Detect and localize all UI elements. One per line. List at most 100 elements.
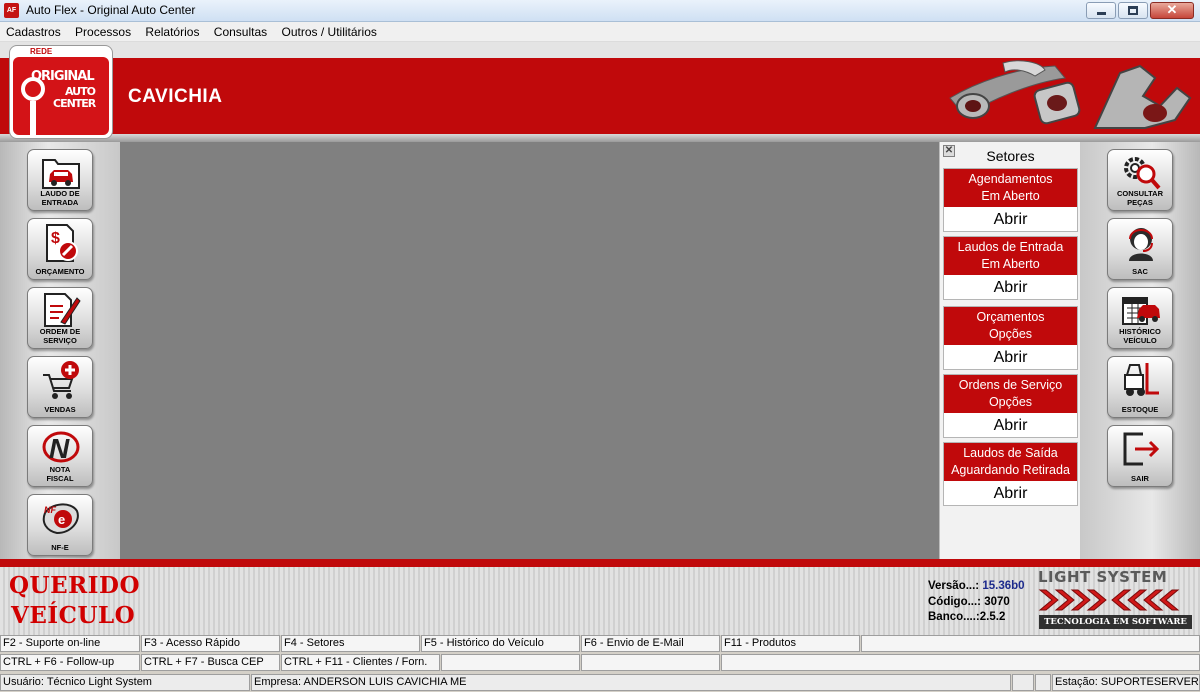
restore-button[interactable] [1118,2,1148,19]
setores-panel: ✕ Setores Agendamentos Em Aberto Abrir L… [939,142,1080,559]
abrir-orcamentos-button[interactable]: Abrir [944,345,1077,370]
banco-label: Banco....: [928,611,980,623]
sair-button[interactable]: SAIR [1107,425,1173,487]
vendas-label: VENDAS [44,405,76,414]
forklift-icon [1124,363,1159,396]
nfe-icon: e NF [42,503,79,535]
historico-veiculo-label: HISTÓRICO VEÍCULO [1119,327,1161,345]
shortcut-f6[interactable]: F6 - Envio de E-Mail [581,635,720,652]
versao-row: Versão...: 15.36b0 [928,579,1025,595]
light-system-tagline: TECNOLOGIA EM SOFTWARE [1039,615,1192,629]
setor-card-header: Laudos de Entrada Em Aberto [944,237,1077,275]
svg-text:e: e [58,512,65,527]
nota-fiscal-label: NOTA FISCAL [46,465,74,483]
shopping-cart-icon [43,361,79,399]
status-usuario: Usuário: Técnico Light System [0,674,250,691]
setor-card-header: Orçamentos Opções [944,307,1077,345]
abrir-laudos-entrada-button[interactable]: Abrir [944,275,1077,300]
nf-e-button[interactable]: e NF NF-E [27,494,93,556]
codigo-value: 3070 [984,595,1010,608]
setor-card-subtitle: Opções [988,327,1033,341]
logo-rede-text: REDE [30,47,53,56]
status-estacao: Estação: SUPORTESERVER01 [1052,674,1200,691]
menu-bar: Cadastros Processos Relatórios Consultas… [0,22,1200,42]
shortcut-f11[interactable]: F11 - Produtos [721,635,860,652]
setor-card-agendamentos: Agendamentos Em Aberto Abrir [943,168,1078,232]
nf-e-label: NF-E [51,543,69,552]
setor-card-laudos-entrada: Laudos de Entrada Em Aberto Abrir [943,236,1078,300]
menu-outros-utilitarios[interactable]: Outros / Utilitários [276,22,382,39]
shortcut-ctrl-f7[interactable]: CTRL + F7 - Busca CEP [141,654,280,671]
sac-button[interactable]: SAC [1107,218,1173,280]
sair-label: SAIR [1131,474,1149,483]
abrir-laudos-saida-button[interactable]: Abrir [944,481,1077,506]
historico-veiculo-button[interactable]: HISTÓRICO VEÍCULO [1107,287,1173,349]
setor-card-header: Agendamentos Em Aberto [944,169,1077,207]
version-info: Versão...: 15.36b0 Código...: 3070 Banco… [928,579,1025,626]
setor-card-header: Laudos de Saída Aguardando Retirada [944,443,1077,481]
service-order-icon [44,293,81,327]
logo-line3: CENTER [53,97,96,110]
menu-cadastros[interactable]: Cadastros [0,22,66,39]
restore-icon [1128,6,1138,15]
setor-card-title: Ordens de Serviço [958,378,1063,392]
shortcut-f2[interactable]: F2 - Suporte on-line [0,635,140,652]
setor-card-subtitle: Opções [988,395,1033,409]
abrir-ordens-servico-button[interactable]: Abrir [944,413,1077,438]
setor-card-subtitle: Aguardando Retirada [951,463,1070,477]
setor-card-orcamentos: Orçamentos Opções Abrir [943,306,1078,370]
logo-bar [30,101,36,135]
original-auto-center-logo: REDE ORIGINAL AUTO CENTER [9,45,113,139]
versao-value: 15.36b0 [982,580,1025,592]
header-top-strip [0,42,1200,58]
window-title: Auto Flex - Original Auto Center [26,3,196,17]
menu-processos[interactable]: Processos [69,22,136,39]
consultar-pecas-button[interactable]: CONSULTAR PEÇAS [1107,149,1173,211]
status-empresa: Empresa: ANDERSON LUIS CAVICHIA ME [251,674,1011,691]
sac-label: SAC [1132,267,1148,276]
status-empty [1035,674,1051,691]
budget-document-icon: $ [46,224,78,262]
codigo-label: Código...: [928,595,982,608]
abrir-agendamentos-button[interactable]: Abrir [944,207,1077,232]
setor-card-subtitle: Em Aberto [981,189,1040,203]
invoice-icon: N [42,431,80,464]
orcamento-label: ORÇAMENTO [35,267,85,276]
right-toolbar: CONSULTAR PEÇAS SAC HISTÓRICO VEÍCULO ESTO… [1080,142,1200,559]
app-icon[interactable]: AF [4,3,19,18]
car-folder-icon [42,159,80,189]
setores-title: Setores [986,148,1035,164]
estoque-label: ESTOQUE [1121,405,1159,414]
estoque-button[interactable]: ESTOQUE [1107,356,1173,418]
versao-label: Versão...: [928,580,980,592]
shortcut-f3[interactable]: F3 - Acesso Rápido [141,635,280,652]
shortcut-ctrl-f6[interactable]: CTRL + F6 - Follow-up [0,654,140,671]
close-button[interactable]: ✕ [1150,2,1194,19]
banner-red-line [0,559,1200,567]
title-bar: AF Auto Flex - Original Auto Center ✕ [0,0,1200,22]
setor-card-title: Laudos de Saída [963,446,1058,460]
vendas-button[interactable]: VENDAS [27,356,93,418]
wrench-socket-illustration [949,60,1192,129]
exit-door-icon [1123,432,1160,466]
logo-line1: ORIGINAL [31,69,95,84]
setor-card-subtitle: Em Aberto [981,257,1040,271]
shortcut-f4[interactable]: F4 - Setores [281,635,420,652]
ordem-de-servico-button[interactable]: ORDEM DE SERVIÇO [27,287,93,349]
minimize-icon [1097,12,1106,15]
nota-fiscal-button[interactable]: N NOTA FISCAL [27,425,93,487]
minimize-button[interactable] [1086,2,1116,19]
menu-relatorios[interactable]: Relatórios [139,22,204,39]
svg-text:$: $ [51,230,60,247]
shortcut-f5[interactable]: F5 - Histórico do Veículo [421,635,580,652]
shortcut-ctrl-f11[interactable]: CTRL + F11 - Clientes / Forn. [281,654,440,671]
orcamento-button[interactable]: $ ORÇAMENTO [27,218,93,280]
header-bottom-strip [0,134,1200,142]
slogan-line2: VEÍCULO [11,602,136,629]
shortcut-empty [441,654,580,671]
window-controls: ✕ [1084,2,1194,19]
consultar-pecas-label: CONSULTAR PEÇAS [1117,189,1163,207]
menu-consultas[interactable]: Consultas [208,22,272,39]
laudo-de-entrada-button[interactable]: LAUDO DE ENTRADA [27,149,93,211]
banco-value: 2.5.2 [979,611,1006,623]
